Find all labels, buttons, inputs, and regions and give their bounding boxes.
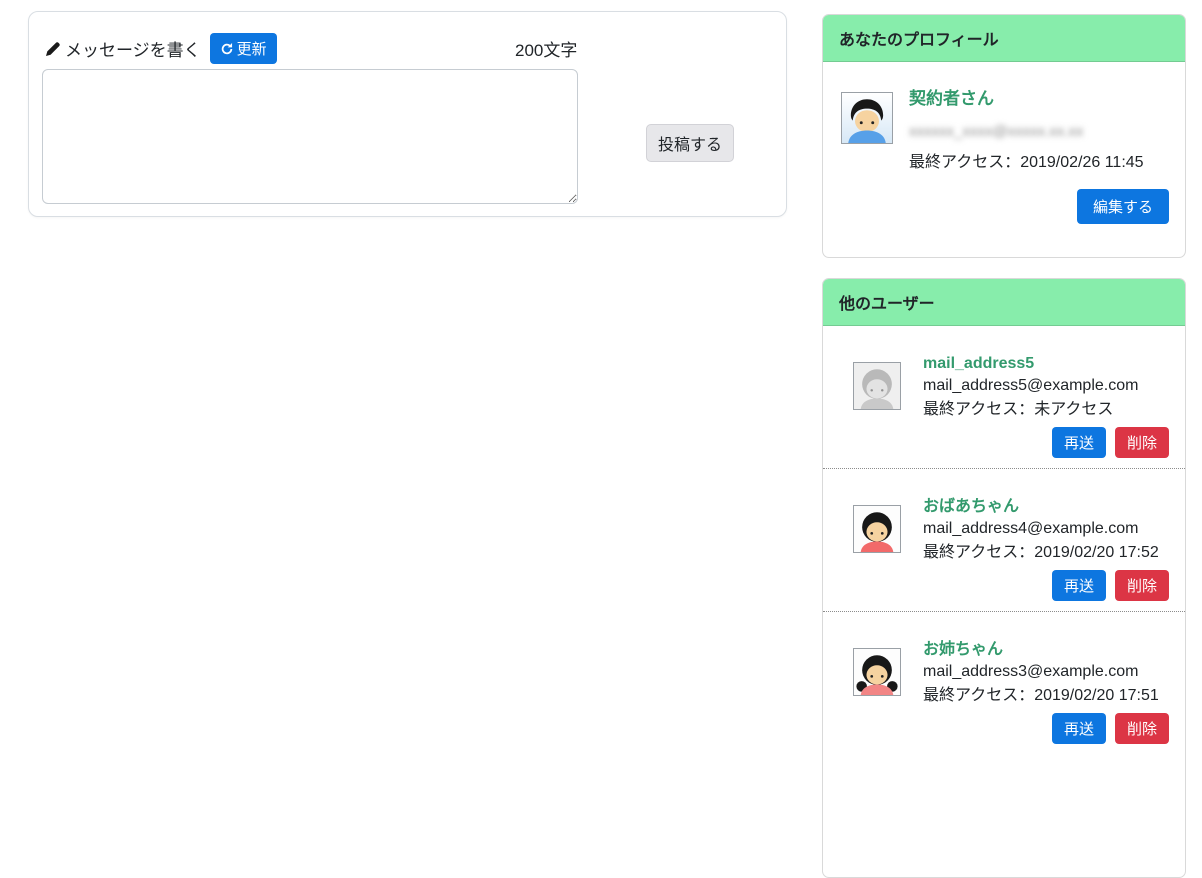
user-name: お姉ちゃん [923, 640, 1169, 660]
delete-button[interactable]: 削除 [1115, 570, 1169, 601]
user-row: おばあちゃん mail_address4@example.com 最終アクセス：… [823, 469, 1185, 612]
user-name: おばあちゃん [923, 497, 1169, 517]
delete-button[interactable]: 削除 [1115, 427, 1169, 458]
user-email: mail_address4@example.com [923, 517, 1169, 541]
refresh-button-label: 更新 [237, 38, 267, 59]
user-info: mail_address5 mail_address5@example.com … [923, 354, 1169, 458]
profile-panel: あなたのプロフィール 契約者さん xxxxxx_xxxx@xxxxx.xx.xx… [822, 14, 1186, 258]
user-email: mail_address3@example.com [923, 660, 1169, 684]
avatar-gray-person-icon [853, 362, 901, 410]
user-actions: 再送 削除 [923, 570, 1169, 601]
profile-panel-header: あなたのプロフィール [823, 15, 1185, 62]
refresh-button[interactable]: 更新 [210, 33, 277, 64]
avatar-girl-bob-icon [853, 505, 901, 553]
message-textarea[interactable] [42, 69, 578, 204]
post-button[interactable]: 投稿する [646, 124, 734, 162]
user-actions: 再送 削除 [923, 713, 1169, 744]
user-email: mail_address5@example.com [923, 374, 1169, 398]
user-last-access: 最終アクセス：未アクセス [923, 398, 1169, 422]
profile-user-name: 契約者さん [909, 84, 994, 109]
other-users-panel-header: 他のユーザー [823, 279, 1185, 326]
avatar-girl-pigtails-icon [853, 648, 901, 696]
user-row: mail_address5 mail_address5@example.com … [823, 326, 1185, 469]
compose-message-card: メッセージを書く 更新 200文字 投稿する [28, 11, 787, 217]
user-row: お姉ちゃん mail_address3@example.com 最終アクセス：2… [823, 612, 1185, 754]
masked-email: xxxxxx_xxxx@xxxxx.xx.xx [909, 123, 1083, 140]
delete-button[interactable]: 削除 [1115, 713, 1169, 744]
user-info: お姉ちゃん mail_address3@example.com 最終アクセス：2… [923, 640, 1169, 744]
char-counter: 200文字 [515, 36, 577, 61]
avatar-boy-icon [841, 92, 893, 144]
profile-last-access: 最終アクセス：2019/02/26 11:45 [909, 148, 1144, 172]
pencil-icon [46, 41, 61, 56]
resend-button[interactable]: 再送 [1052, 427, 1106, 458]
edit-profile-button[interactable]: 編集する [1077, 189, 1169, 224]
other-users-panel: 他のユーザー mail_address5 mail_address5@examp… [822, 278, 1186, 878]
profile-panel-body: 契約者さん xxxxxx_xxxx@xxxxx.xx.xx 最終アクセス：201… [823, 62, 1185, 261]
refresh-icon [220, 42, 234, 56]
resend-button[interactable]: 再送 [1052, 713, 1106, 744]
user-last-access: 最終アクセス：2019/02/20 17:51 [923, 684, 1169, 708]
user-actions: 再送 削除 [923, 427, 1169, 458]
compose-header: メッセージを書く 更新 [46, 33, 277, 64]
user-name: mail_address5 [923, 354, 1169, 374]
resend-button[interactable]: 再送 [1052, 570, 1106, 601]
compose-title: メッセージを書く [65, 36, 201, 61]
user-info: おばあちゃん mail_address4@example.com 最終アクセス：… [923, 497, 1169, 601]
user-last-access: 最終アクセス：2019/02/20 17:52 [923, 541, 1169, 565]
